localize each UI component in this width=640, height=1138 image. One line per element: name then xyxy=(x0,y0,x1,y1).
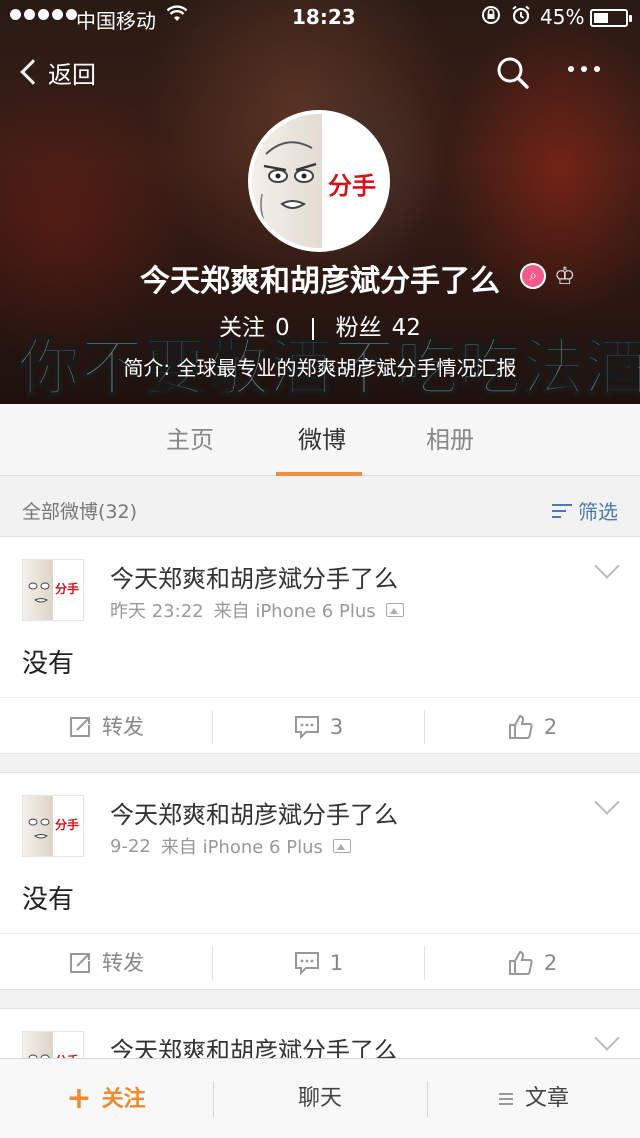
alarm-icon xyxy=(510,4,532,31)
carrier-name: 中国移动 xyxy=(76,9,156,33)
fans-count: 42 xyxy=(391,315,421,341)
clock: 18:23 xyxy=(292,5,356,29)
follow-button[interactable]: + 关注 xyxy=(0,1059,212,1138)
repost-button[interactable]: 转发 xyxy=(0,934,212,989)
repost-label: 转发 xyxy=(102,951,144,975)
rage-face-image xyxy=(23,560,53,620)
rage-face-image xyxy=(252,114,322,248)
image-icon xyxy=(332,839,351,853)
back-label: 返回 xyxy=(48,60,96,89)
comment-button[interactable]: 1 xyxy=(213,934,424,989)
feed-post[interactable]: 分手 今天郑爽和胡彦斌分手了么 9-22 来自 iPhone 6 Plus 没有… xyxy=(0,772,640,990)
profile-tabs: 主页 微博 相册 xyxy=(0,404,640,476)
post-meta: 昨天 23:22 来自 iPhone 6 Plus xyxy=(110,597,404,623)
chevron-down-icon[interactable] xyxy=(594,553,620,579)
post-author[interactable]: 今天郑爽和胡彦斌分手了么 xyxy=(110,795,398,830)
plus-icon: + xyxy=(66,1081,92,1116)
post-source: 来自 iPhone 6 Plus xyxy=(160,837,323,858)
comment-count: 3 xyxy=(329,715,344,739)
status-bar: 中国移动 18:23 45% xyxy=(0,0,640,36)
avatar-tag: 分手 xyxy=(55,818,80,832)
menu-icon xyxy=(498,1093,513,1105)
thumbs-up-icon xyxy=(508,950,534,976)
member-search-badge-icon[interactable]: ⌕ xyxy=(520,263,546,289)
like-count: 2 xyxy=(543,715,558,739)
post-source: 来自 iPhone 6 Plus xyxy=(213,601,376,622)
tab-weibo[interactable]: 微博 xyxy=(262,404,382,476)
like-count: 2 xyxy=(543,951,558,975)
comment-icon xyxy=(294,951,320,975)
tab-home[interactable]: 主页 xyxy=(130,404,250,476)
following-link[interactable]: 关注 0 xyxy=(219,315,290,341)
avatar-tag: 分手 xyxy=(328,172,376,200)
like-button[interactable]: 2 xyxy=(425,698,640,753)
articles-button[interactable]: 文章 xyxy=(428,1059,640,1138)
like-button[interactable]: 2 xyxy=(425,934,640,989)
follow-label: 关注 xyxy=(101,1087,146,1112)
image-icon xyxy=(385,603,404,617)
repost-label: 转发 xyxy=(102,715,144,739)
tab-album[interactable]: 相册 xyxy=(390,404,510,476)
thumbs-up-icon xyxy=(508,714,534,740)
bottom-action-bar: + 关注 聊天 文章 xyxy=(0,1058,640,1138)
rage-face-image xyxy=(23,796,53,856)
rotation-lock-icon xyxy=(480,4,502,31)
post-author[interactable]: 今天郑爽和胡彦斌分手了么 xyxy=(110,559,398,594)
filter-bar: 全部微博(32) 筛选 xyxy=(0,477,640,537)
profile-stats: 关注 0 粉丝 42 xyxy=(0,308,640,342)
repost-icon xyxy=(68,951,92,975)
profile-intro: 简介: 全球最专业的郑爽胡彦斌分手情况汇报 xyxy=(123,356,517,380)
comment-button[interactable]: 3 xyxy=(213,698,424,753)
articles-label: 文章 xyxy=(524,1086,569,1111)
chevron-down-icon[interactable] xyxy=(594,789,620,815)
repost-button[interactable]: 转发 xyxy=(0,698,212,753)
search-icon[interactable] xyxy=(496,56,530,90)
more-options-icon[interactable] xyxy=(568,66,600,72)
signal-icon xyxy=(10,9,77,20)
following-count: 0 xyxy=(275,315,290,341)
profile-avatar[interactable]: 分手 xyxy=(248,110,390,252)
crown-icon[interactable]: ♔ xyxy=(554,262,576,290)
fans-label: 粉丝 xyxy=(335,315,382,341)
post-body: 没有 xyxy=(22,649,75,679)
stats-divider xyxy=(311,317,314,340)
feed-post[interactable]: 分手 今天郑爽和胡彦斌分手了么 昨天 23:22 来自 iPhone 6 Plu… xyxy=(0,536,640,754)
back-button[interactable]: 返回 xyxy=(16,52,96,92)
chevron-left-icon xyxy=(20,59,46,85)
chat-button[interactable]: 聊天 xyxy=(214,1059,426,1138)
post-count: 全部微博(32) xyxy=(22,501,138,523)
post-actions: 转发 1 2 xyxy=(0,933,640,989)
filter-icon xyxy=(552,503,572,519)
wifi-icon xyxy=(166,4,188,28)
post-avatar[interactable]: 分手 xyxy=(22,795,84,857)
post-time: 昨天 23:22 xyxy=(110,601,204,622)
post-actions: 转发 3 2 xyxy=(0,697,640,753)
chevron-down-icon[interactable] xyxy=(594,1025,620,1051)
repost-icon xyxy=(68,715,92,739)
post-avatar[interactable]: 分手 xyxy=(22,559,84,621)
avatar-tag: 分手 xyxy=(55,582,80,596)
comment-count: 1 xyxy=(329,951,344,975)
following-label: 关注 xyxy=(219,315,266,341)
filter-label: 筛选 xyxy=(578,500,618,524)
post-body: 没有 xyxy=(22,885,75,915)
comment-icon xyxy=(294,715,320,739)
post-meta: 9-22 来自 iPhone 6 Plus xyxy=(110,833,351,859)
fans-link[interactable]: 粉丝 42 xyxy=(336,315,421,341)
post-time: 9-22 xyxy=(110,835,151,857)
filter-button[interactable]: 筛选 xyxy=(552,496,618,525)
battery-icon xyxy=(590,9,632,27)
battery-percent: 45% xyxy=(540,5,585,29)
